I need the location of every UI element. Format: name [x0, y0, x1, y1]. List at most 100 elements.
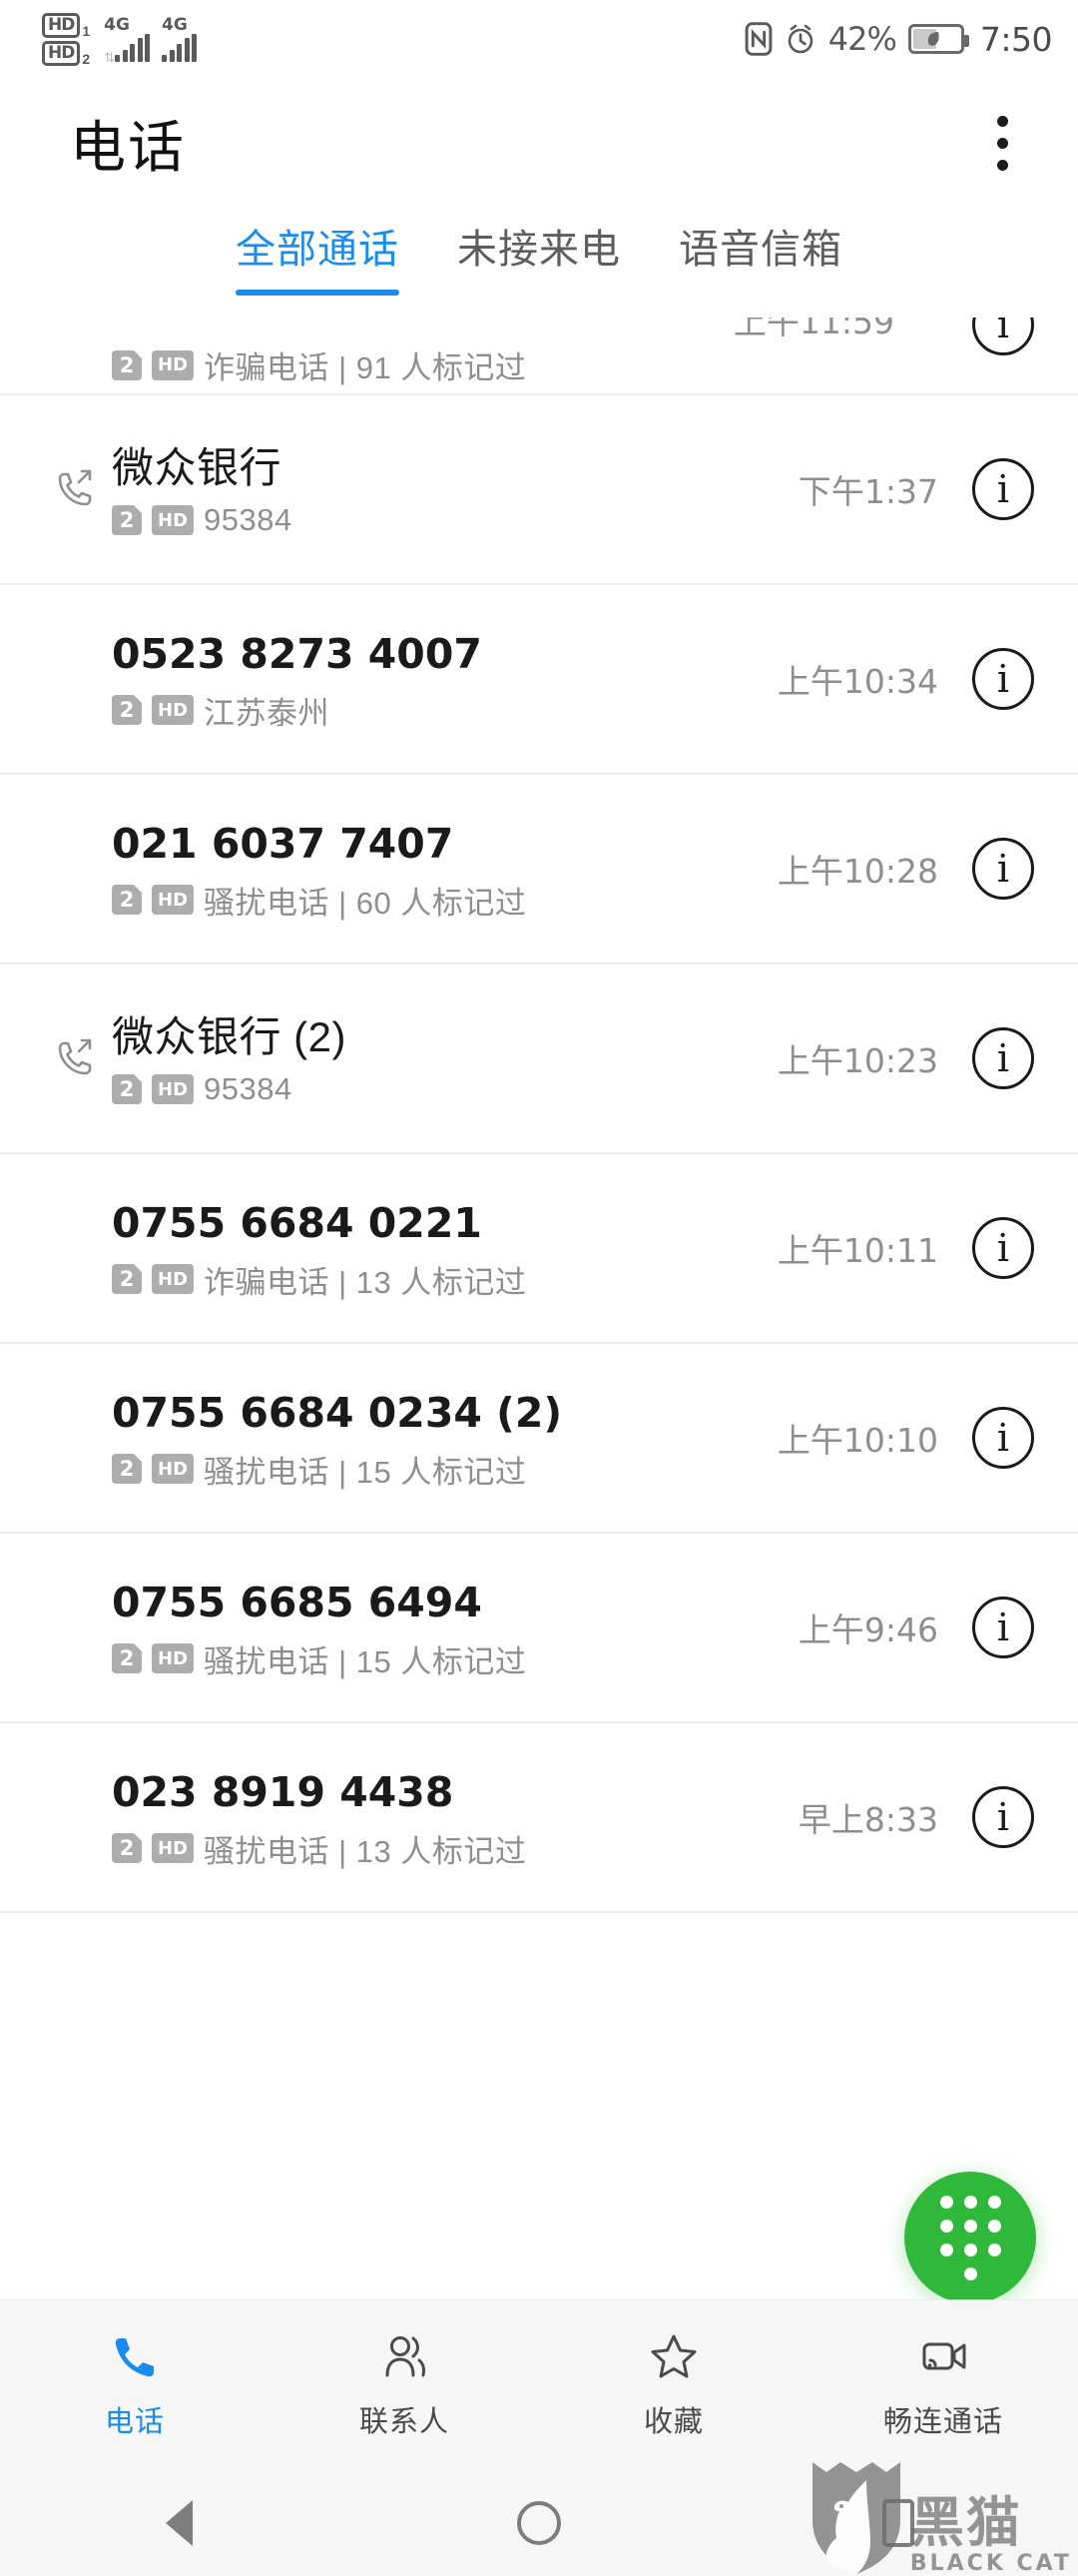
sim-badge: 2: [112, 885, 142, 915]
nav-item-label: 畅连通话: [882, 2405, 1003, 2438]
system-back-button[interactable]: [2, 2499, 357, 2546]
call-subtitle: 骚扰电话 | 15 人标记过: [204, 1643, 527, 1679]
nav-item-favorites[interactable]: 收藏: [539, 2330, 808, 2440]
call-subtitle: 骚扰电话 | 13 人标记过: [204, 1833, 527, 1869]
info-icon: i: [996, 1795, 1010, 1839]
call-subtitle: 诈骗电话 | 91 人标记过: [204, 350, 527, 385]
table-row[interactable]: 微众银行 2 HD 95384 下午1:37 i: [0, 395, 1078, 585]
tab-voicemail[interactable]: 语音信箱: [679, 222, 842, 296]
system-home-button[interactable]: [361, 2500, 717, 2545]
call-title: 021 6037 7407: [112, 819, 454, 868]
call-details-button[interactable]: i: [972, 1217, 1034, 1279]
battery-percent-label: 42%: [827, 20, 897, 58]
info-icon: i: [996, 1226, 1010, 1270]
dot: [963, 2219, 977, 2233]
hd-badge: HD: [152, 695, 195, 725]
table-row[interactable]: 0523 8273 4007 2 HD 江苏泰州 上午10:34 i: [0, 585, 1078, 775]
signal-icons-group: 4G ⇅ 4G: [104, 14, 209, 64]
dot: [963, 2266, 977, 2280]
dialpad-fab-button[interactable]: [904, 2172, 1036, 2299]
call-time: 上午10:34: [777, 662, 938, 701]
call-info: 023 8919 4438 2 HD 骚扰电话 | 13 人标记过: [112, 1764, 799, 1871]
table-row[interactable]: 0755 6685 6494 2 HD 骚扰电话 | 15 人标记过 上午9:4…: [0, 1534, 1078, 1723]
hd-badges-group: HD 1 HD 2: [42, 12, 91, 67]
sim-badge: 2: [112, 1454, 142, 1484]
power-saving-leaf-icon: [927, 32, 939, 46]
dialpad-icon: [939, 2195, 1001, 2280]
call-subtitle: 诈骗电话 | 13 人标记过: [204, 1264, 527, 1300]
sim-badge: 2: [112, 1643, 142, 1673]
hd-badge: HD: [152, 885, 195, 915]
clock-label: 7:50: [979, 19, 1053, 59]
call-subtitle-row: 2 HD 骚扰电话 | 15 人标记过: [112, 1447, 778, 1492]
tab-missed-calls[interactable]: 未接来电: [457, 222, 621, 296]
alarm-clock-icon: [788, 24, 813, 54]
table-row[interactable]: 0755 6684 0234 (2) 2 HD 骚扰电话 | 15 人标记过 上…: [0, 1344, 1078, 1534]
nav-item-phone[interactable]: 电话: [0, 2330, 270, 2440]
call-details-button[interactable]: i: [972, 838, 1034, 900]
call-subtitle: 骚扰电话 | 15 人标记过: [204, 1454, 527, 1490]
call-info: 0755 6684 0234 (2) 2 HD 骚扰电话 | 15 人标记过: [112, 1385, 778, 1492]
call-time: 上午10:10: [777, 1421, 938, 1460]
sim-badge: 2: [112, 695, 142, 725]
network-type-label: 4G: [162, 14, 188, 35]
system-recents-button[interactable]: [721, 2498, 1076, 2547]
table-row[interactable]: 0755 6684 0221 2 HD 诈骗电话 | 13 人标记过 上午10:…: [0, 1154, 1078, 1344]
info-icon: i: [996, 847, 1010, 891]
hd-icon: HD: [42, 40, 81, 66]
tab-label: 全部通话: [236, 228, 399, 272]
hd-badge: HD: [152, 1643, 195, 1673]
sim-index-label: 2: [82, 50, 91, 67]
call-details-button[interactable]: i: [972, 1027, 1034, 1089]
info-icon: i: [996, 318, 1010, 346]
signal-bars-icon: [162, 33, 198, 62]
info-icon: i: [996, 1036, 1010, 1080]
sim-index-label: 1: [82, 22, 91, 39]
tab-label: 未接来电: [457, 228, 621, 272]
dot: [939, 2243, 953, 2256]
hd-badge-sim2: HD 2: [42, 40, 91, 67]
table-row[interactable]: 2 HD 诈骗电话 | 91 人标记过 上午11:59 i: [0, 318, 1078, 395]
table-row[interactable]: 023 8919 4438 2 HD 骚扰电话 | 13 人标记过 早上8:33…: [0, 1723, 1078, 1913]
call-subtitle-row: 2 HD 骚扰电话 | 15 人标记过: [112, 1636, 799, 1681]
star-icon: [651, 2334, 697, 2377]
call-log-list[interactable]: 2 HD 诈骗电话 | 91 人标记过 上午11:59 i 微众银行 2 HD …: [0, 318, 1078, 2299]
call-time: 上午10:23: [777, 1041, 938, 1080]
hd-badge: HD: [152, 1074, 195, 1104]
table-row[interactable]: 微众银行 (2) 2 HD 95384 上午10:23 i: [0, 965, 1078, 1154]
nav-item-label: 电话: [104, 2405, 165, 2438]
table-row[interactable]: 021 6037 7407 2 HD 骚扰电话 | 60 人标记过 上午10:2…: [0, 775, 1078, 965]
video-call-icon: [922, 2342, 966, 2369]
call-details-button[interactable]: i: [972, 648, 1034, 710]
call-subtitle: 江苏泰州: [204, 695, 330, 731]
call-details-button[interactable]: i: [972, 1407, 1034, 1469]
nav-item-label: 收藏: [643, 2405, 704, 2438]
signal-bars-icon: [115, 33, 151, 62]
tab-active-indicator: [679, 290, 842, 296]
call-details-button[interactable]: i: [972, 1597, 1034, 1658]
status-bar: HD 1 HD 2 4G ⇅ 4G 42% 7:50: [0, 0, 1078, 78]
call-details-button[interactable]: i: [972, 1786, 1034, 1848]
nav-item-meetime[interactable]: 畅连通话: [808, 2330, 1078, 2440]
status-bar-left: HD 1 HD 2 4G ⇅ 4G: [42, 12, 209, 67]
call-info: 0523 8273 4007 2 HD 江苏泰州: [112, 626, 778, 733]
call-details-button[interactable]: i: [972, 458, 1034, 520]
nav-item-label: 联系人: [358, 2405, 449, 2438]
dot: [997, 115, 1008, 127]
call-time: 上午9:46: [798, 1610, 938, 1649]
nav-item-contacts[interactable]: 联系人: [270, 2330, 539, 2440]
dot: [939, 2195, 953, 2209]
dot: [987, 2219, 1001, 2233]
app-bar: 电话: [0, 78, 1078, 208]
call-subtitle-row: 2 HD 骚扰电话 | 13 人标记过: [112, 1826, 799, 1871]
tab-active-indicator: [457, 290, 621, 296]
phone-icon: [115, 2337, 154, 2376]
tab-all-calls[interactable]: 全部通话: [236, 222, 399, 296]
hd-badge: HD: [152, 505, 195, 535]
call-title: 0755 6685 6494: [112, 1578, 482, 1626]
dot: [997, 159, 1008, 171]
hd-badge-sim1: HD 1: [42, 12, 91, 39]
more-vertical-icon[interactable]: [979, 102, 1026, 185]
dot: [997, 137, 1008, 149]
back-triangle-icon: [166, 2499, 194, 2546]
